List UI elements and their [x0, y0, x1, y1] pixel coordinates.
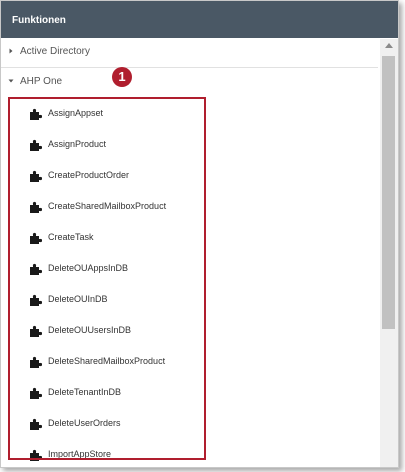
scroll-up-arrow-icon[interactable] — [385, 43, 393, 48]
tree-group-active-directory[interactable]: Active Directory — [1, 38, 378, 68]
tree-group-label: Active Directory — [20, 46, 91, 57]
vertical-scrollbar[interactable] — [380, 39, 398, 467]
scrollbar-thumb[interactable] — [382, 56, 395, 329]
callout-number-badge: 1 — [112, 67, 132, 87]
panel-title: Funktionen — [12, 15, 66, 26]
chevron-down-icon[interactable] — [8, 78, 14, 84]
chevron-right-icon[interactable] — [8, 48, 14, 54]
callout-highlight-box — [8, 97, 206, 460]
panel-header: Funktionen — [1, 1, 398, 38]
tree-group-label: AHP One — [20, 76, 63, 87]
tree-group-ahp-one[interactable]: AHP One — [1, 68, 378, 97]
functions-panel: Funktionen Active Directory AHP One Assi… — [0, 0, 399, 468]
